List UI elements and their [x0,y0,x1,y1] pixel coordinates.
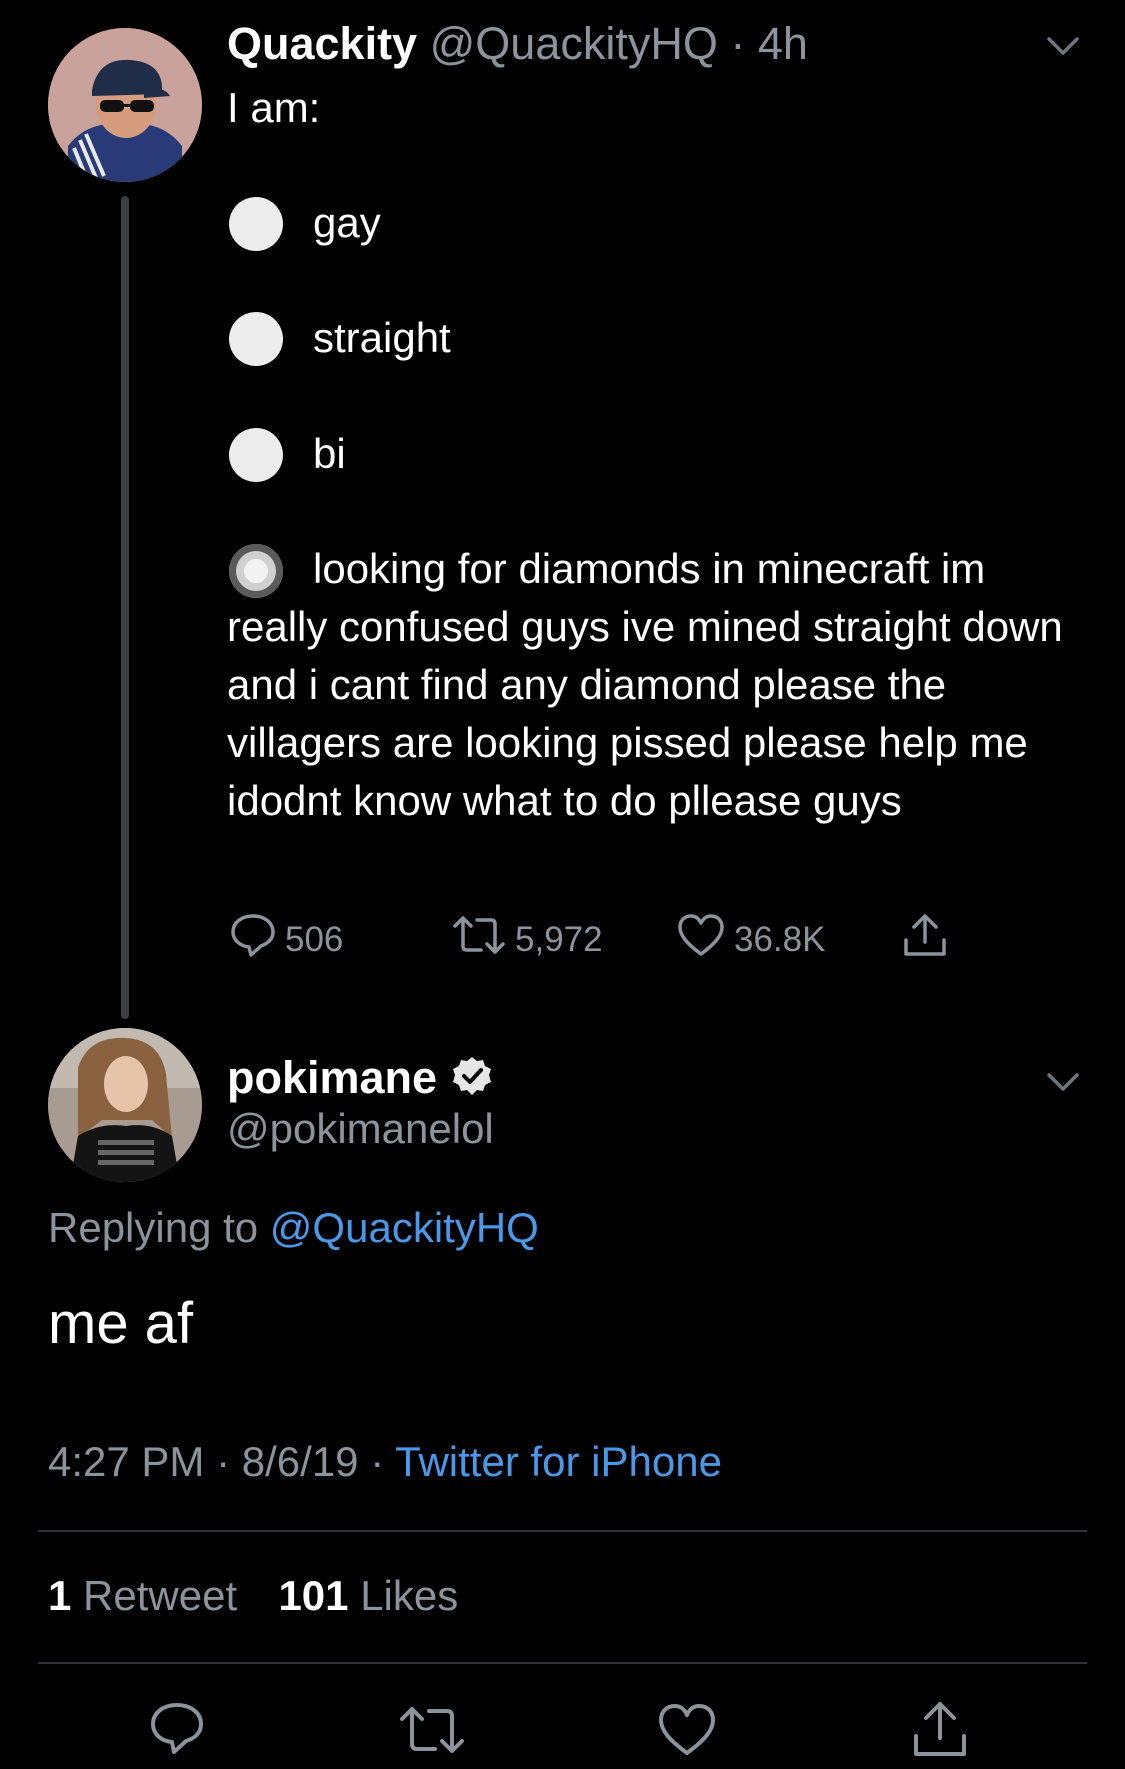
chevron-down-icon[interactable] [1046,34,1080,63]
display-name[interactable]: Quackity [227,18,417,69]
retweet-count[interactable]: 1 [48,1572,71,1619]
retweet-count: 5,972 [515,919,603,959]
poll-option-radio[interactable] [229,428,283,482]
pokimane-avatar[interactable] [48,1028,202,1182]
reply-icon[interactable] [148,1700,206,1763]
poll-option-label: gay [313,199,381,246]
like-icon[interactable] [657,1702,717,1763]
separator: · [216,1438,231,1485]
time-ago[interactable]: 4h [758,18,808,69]
replying-to-handle[interactable]: @QuackityHQ [270,1204,539,1251]
separator: · [730,18,746,69]
poll-option-label: bi [313,430,346,477]
replying-to-label: Replying to [48,1204,259,1251]
quackity-avatar[interactable] [48,28,202,182]
chevron-down-icon[interactable] [1046,1070,1080,1099]
tweet-date: 8/6/19 [241,1438,359,1485]
reply-count: 506 [285,919,344,959]
tweet-time: 4:27 PM [48,1438,205,1485]
poll-option-label: straight [313,314,451,361]
thread-connector-line [121,196,129,1019]
tweet-metadata: 4:27 PM · 8/6/19 · Twitter for iPhone [48,1438,722,1486]
poll-option-radio[interactable] [229,312,283,366]
retweet-icon [451,912,507,967]
reply-author: pokimane [227,1052,493,1104]
like-action[interactable]: 36.8K [676,912,825,967]
reply-action[interactable]: 506 [229,912,343,967]
like-count[interactable]: 101 [278,1572,348,1619]
display-name[interactable]: pokimane [227,1052,437,1104]
like-label[interactable]: Likes [360,1572,458,1619]
retweet-icon[interactable] [398,1702,466,1763]
retweet-action[interactable]: 5,972 [451,912,603,967]
like-count: 36.8K [734,919,826,959]
retweet-label[interactable]: Retweet [83,1572,237,1619]
like-icon [676,912,726,967]
replying-to: Replying to @QuackityHQ [48,1204,539,1252]
share-action[interactable] [900,910,950,969]
poll-option-radio[interactable] [229,197,283,251]
tweet-text: I am: [227,84,321,131]
tweet-source-link[interactable]: Twitter for iPhone [395,1438,722,1485]
divider [38,1662,1087,1664]
handle[interactable]: @QuackityHQ [430,18,718,69]
separator: · [370,1438,385,1485]
verified-badge-icon [451,1055,493,1102]
reply-icon [229,912,277,967]
poll-option-label: looking for diamonds in minecraft im rea… [227,545,1063,824]
divider [38,1530,1087,1532]
reply-text: me af [48,1291,194,1356]
tweet-header: Quackity @QuackityHQ · 4h [227,18,808,70]
share-icon[interactable] [910,1698,970,1765]
share-icon [900,910,950,969]
engagement-stats: 1 Retweet 101 Likes [48,1572,458,1620]
handle[interactable]: @pokimanelol [227,1105,494,1153]
